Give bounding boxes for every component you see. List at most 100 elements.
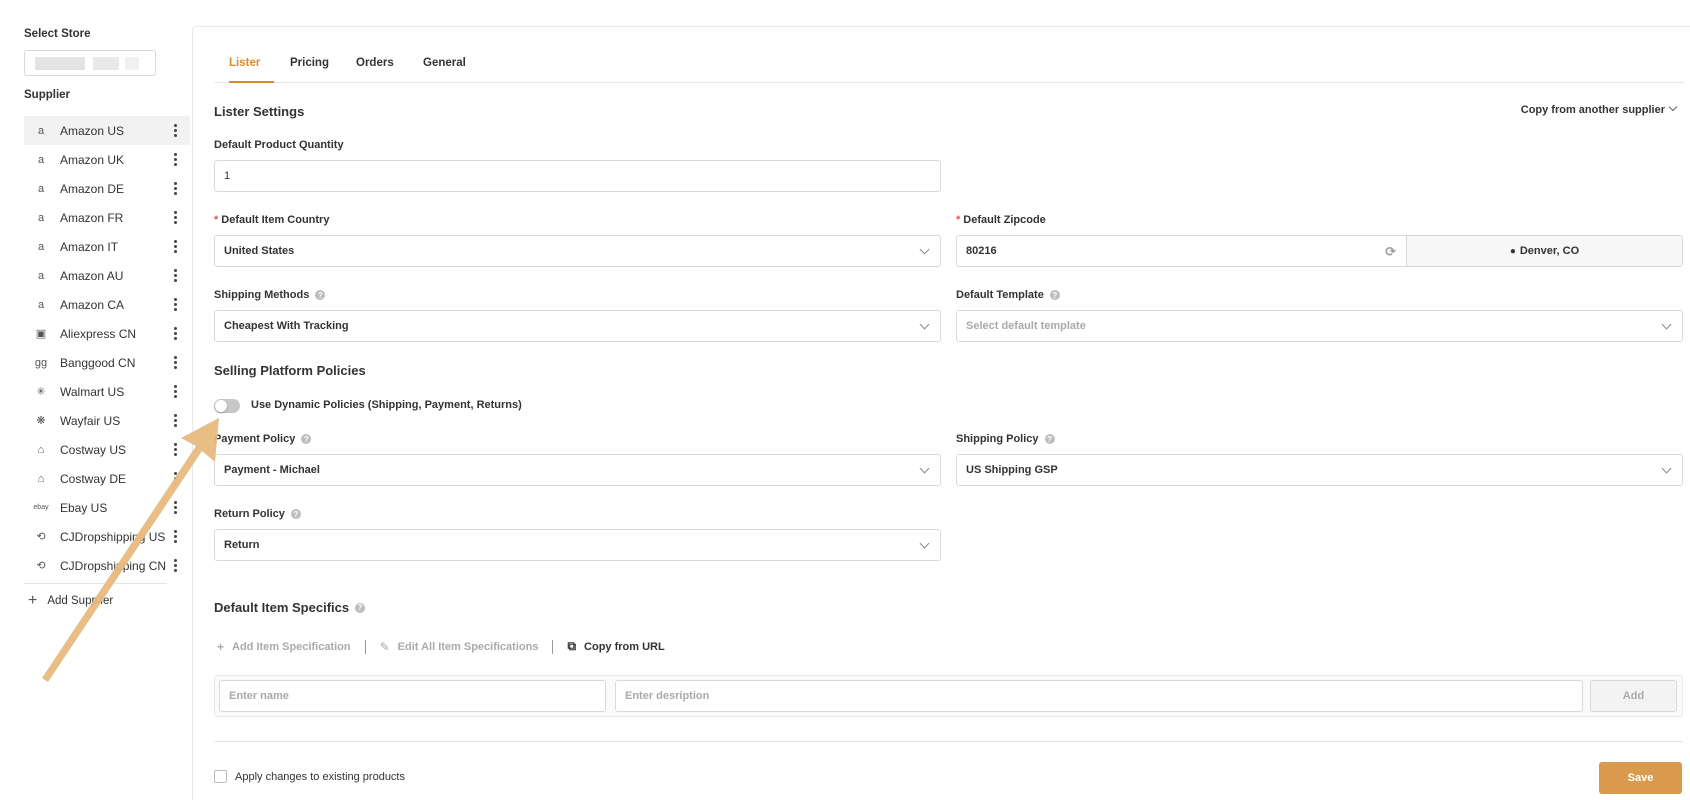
more-vertical-icon[interactable] xyxy=(174,443,178,456)
action-label: Add Item Specification xyxy=(232,640,351,653)
ebay-icon: ebay xyxy=(33,504,49,511)
input-value: 1 xyxy=(224,170,231,182)
supplier-item-banggood-cn[interactable]: ɡɡ Banggood CN xyxy=(24,348,190,377)
add-supplier-button[interactable]: + Add Supplier xyxy=(28,593,113,609)
label-text: Default Template xyxy=(956,289,1044,301)
supplier-item-cjdropshipping-us[interactable]: ⟲ CJDropshipping US xyxy=(24,522,190,551)
copy-from-url-button[interactable]: ⧉ Copy from URL xyxy=(567,639,664,654)
help-icon[interactable]: ? xyxy=(1044,434,1055,444)
item-specifics-title: Default Item Specifics? xyxy=(214,600,366,615)
copy-from-supplier-dropdown[interactable]: Copy from another supplier xyxy=(1521,102,1678,116)
label-text: Default Item Country xyxy=(221,214,330,226)
supplier-item-amazon-uk[interactable]: a Amazon UK xyxy=(24,145,190,174)
apply-checkbox[interactable] xyxy=(214,770,227,783)
supplier-label: Costway DE xyxy=(60,471,127,486)
supplier-item-costway-us[interactable]: ⌂ Costway US xyxy=(24,435,190,464)
help-icon[interactable]: ? xyxy=(315,290,326,300)
tab-general[interactable]: General xyxy=(423,57,466,83)
apply-label: Apply changes to existing products xyxy=(235,770,405,783)
more-vertical-icon[interactable] xyxy=(174,240,178,253)
save-button[interactable]: Save xyxy=(1599,762,1682,794)
chevron-down-icon xyxy=(1661,319,1672,330)
chevron-down-icon xyxy=(919,538,930,549)
more-vertical-icon[interactable] xyxy=(174,269,178,282)
sidebar-divider xyxy=(24,583,167,584)
item-country-select[interactable]: United States xyxy=(214,235,941,267)
zipcode-input[interactable]: 80216 ⟳ xyxy=(956,235,1407,267)
more-vertical-icon[interactable] xyxy=(174,414,178,427)
label-text: Payment Policy xyxy=(214,433,296,445)
more-vertical-icon[interactable] xyxy=(174,559,178,572)
tab-pricing[interactable]: Pricing xyxy=(290,57,329,83)
supplier-item-wayfair-us[interactable]: ❋ Wayfair US xyxy=(24,406,190,435)
aliexpress-icon: ▣ xyxy=(35,328,47,340)
tab-orders[interactable]: Orders xyxy=(356,57,394,83)
required-marker: * xyxy=(214,214,219,226)
refresh-icon[interactable]: ⟳ xyxy=(1385,244,1396,260)
store-select[interactable] xyxy=(24,50,156,76)
more-vertical-icon[interactable] xyxy=(174,298,178,311)
amazon-icon: a xyxy=(37,124,45,137)
more-vertical-icon[interactable] xyxy=(174,182,178,195)
shipping-policy-select[interactable]: US Shipping GSP xyxy=(956,454,1683,486)
item-country-label: * Default Item Country xyxy=(214,214,329,226)
default-quantity-input[interactable]: 1 xyxy=(214,160,941,192)
supplier-item-ebay-us[interactable]: ebay Ebay US xyxy=(24,493,190,522)
supplier-item-amazon-fr[interactable]: a Amazon FR xyxy=(24,203,190,232)
tab-label: General xyxy=(423,57,466,69)
supplier-label: Wayfair US xyxy=(60,413,121,428)
supplier-item-aliexpress-cn[interactable]: ▣ Aliexpress CN xyxy=(24,319,190,348)
supplier-label: Banggood CN xyxy=(60,355,136,370)
add-spec-button[interactable]: Add xyxy=(1590,680,1677,712)
pencil-icon: ✎ xyxy=(379,639,390,654)
supplier-item-costway-de[interactable]: ⌂ Costway DE xyxy=(24,464,190,493)
separator xyxy=(364,639,366,654)
label-text: Return Policy xyxy=(214,508,285,520)
more-vertical-icon[interactable] xyxy=(174,472,178,485)
select-value: Payment - Michael xyxy=(224,464,320,476)
more-vertical-icon[interactable] xyxy=(174,327,178,340)
dynamic-policies-toggle[interactable] xyxy=(214,399,240,413)
redacted-store-name xyxy=(35,57,85,70)
supplier-item-amazon-it[interactable]: a Amazon IT xyxy=(24,232,190,261)
help-icon[interactable]: ? xyxy=(290,509,301,519)
edit-all-specifications-button[interactable]: ✎ Edit All Item Specifications xyxy=(380,640,539,654)
payment-policy-select[interactable]: Payment - Michael xyxy=(214,454,941,486)
chevron-down-icon xyxy=(1661,463,1672,474)
supplier-item-amazon-de[interactable]: a Amazon DE xyxy=(24,174,190,203)
supplier-label: Amazon DE xyxy=(60,181,125,196)
help-icon[interactable]: ? xyxy=(1049,290,1060,300)
more-vertical-icon[interactable] xyxy=(174,501,178,514)
default-template-select[interactable]: Select default template xyxy=(956,310,1683,342)
amazon-icon: a xyxy=(37,182,45,195)
more-vertical-icon[interactable] xyxy=(174,124,178,137)
costway-icon: ⌂ xyxy=(37,443,45,456)
more-vertical-icon[interactable] xyxy=(174,385,178,398)
supplier-label: Amazon CA xyxy=(60,297,125,312)
more-vertical-icon[interactable] xyxy=(174,153,178,166)
help-icon[interactable]: ? xyxy=(301,434,312,444)
select-store-label: Select Store xyxy=(24,28,91,40)
add-item-specification-button[interactable]: + Add Item Specification xyxy=(217,640,351,654)
shipping-methods-select[interactable]: Cheapest With Tracking xyxy=(214,310,941,342)
redacted-store-name-part xyxy=(125,57,139,70)
default-quantity-label: Default Product Quantity xyxy=(214,139,344,151)
more-vertical-icon[interactable] xyxy=(174,530,178,543)
supplier-item-walmart-us[interactable]: ✳ Walmart US xyxy=(24,377,190,406)
amazon-icon: a xyxy=(37,153,45,166)
settings-panel: Lister Pricing Orders General Lister Set… xyxy=(192,26,1690,800)
supplier-item-cjdropshipping-cn[interactable]: ⟲ CJDropshipping CN xyxy=(24,551,190,580)
spec-description-input[interactable]: Enter desription xyxy=(615,680,1583,712)
apply-existing-products[interactable]: Apply changes to existing products xyxy=(214,770,405,783)
supplier-label: CJDropshipping US xyxy=(60,529,166,544)
supplier-item-amazon-us[interactable]: a Amazon US xyxy=(24,116,190,145)
return-policy-select[interactable]: Return xyxy=(214,529,941,561)
more-vertical-icon[interactable] xyxy=(174,211,178,224)
help-icon[interactable]: ? xyxy=(355,602,366,613)
zipcode-location: ● Denver, CO xyxy=(1406,235,1683,267)
supplier-item-amazon-au[interactable]: a Amazon AU xyxy=(24,261,190,290)
tab-lister[interactable]: Lister xyxy=(229,57,274,83)
spec-name-input[interactable]: Enter name xyxy=(219,680,606,712)
supplier-item-amazon-ca[interactable]: a Amazon CA xyxy=(24,290,190,319)
more-vertical-icon[interactable] xyxy=(174,356,178,369)
